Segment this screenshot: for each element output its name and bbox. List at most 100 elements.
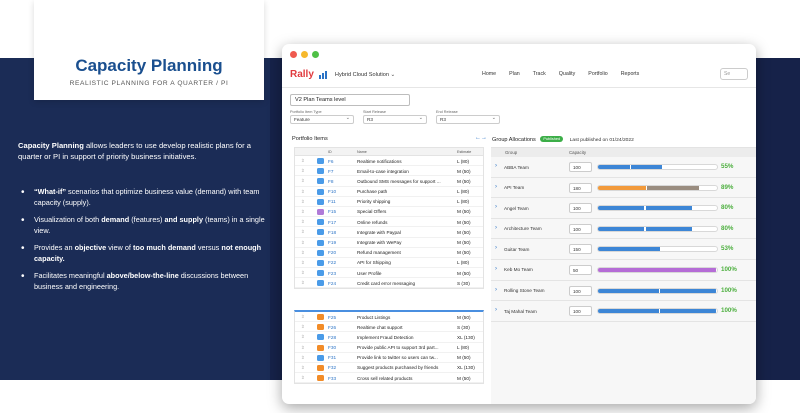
group-name-link[interactable]: Keb Mo Team	[504, 267, 533, 272]
group-name-link[interactable]: Taj Mahal Team	[504, 309, 537, 314]
capacity-input[interactable]: 100	[569, 203, 592, 214]
item-id-link[interactable]: F11	[328, 199, 336, 204]
group-name-link[interactable]: API Team	[504, 185, 524, 190]
allocation-row[interactable]: › ABBA Team 100 55%	[491, 157, 756, 178]
drag-handle-icon[interactable]: ⇳	[301, 178, 305, 184]
allocation-row[interactable]: › API Team 180 89%	[491, 178, 756, 199]
drag-handle-icon[interactable]: ⇳	[301, 168, 305, 174]
item-id-link[interactable]: F19	[328, 240, 336, 245]
portfolio-item-row[interactable]: ⇳ F10 Purchase path L (80)	[295, 187, 483, 197]
chevron-right-icon[interactable]: ›	[495, 266, 497, 272]
nav-item-plan[interactable]: Plan	[509, 71, 520, 77]
allocation-row[interactable]: › Architecture Team 100 80%	[491, 219, 756, 240]
item-id-link[interactable]: F24	[328, 281, 336, 286]
drag-handle-icon[interactable]: ⇳	[301, 270, 305, 276]
filter-select[interactable]: Feature	[290, 115, 354, 124]
portfolio-item-row[interactable]: ⇳ F8 Outbound SMS messages for support ...…	[295, 176, 483, 187]
item-id-link[interactable]: F10	[328, 189, 336, 194]
minimize-window-button[interactable]	[301, 51, 308, 58]
drag-handle-icon[interactable]: ⇳	[301, 158, 305, 164]
group-name-link[interactable]: Rolling Stone Team	[504, 288, 545, 293]
drag-handle-icon[interactable]: ⇳	[301, 250, 305, 256]
capacity-input[interactable]: 150	[569, 244, 592, 255]
plan-name-input[interactable]: V2 Plan Teams level	[290, 94, 410, 106]
group-name-link[interactable]: Angel Team	[504, 206, 529, 211]
portfolio-item-row[interactable]: ⇳ F24 Credit card error messaging S (30)	[295, 278, 483, 289]
drag-handle-icon[interactable]: ⇳	[301, 324, 305, 330]
nav-item-track[interactable]: Track	[533, 71, 546, 77]
portfolio-item-row[interactable]: ⇳ F28 Implement Fraud Detection XL (130)	[295, 332, 483, 343]
allocation-row[interactable]: › Angel Team 100 80%	[491, 198, 756, 219]
portfolio-item-row[interactable]: ⇳ F18 Integrate with Paypal M (50)	[295, 227, 483, 238]
item-id-link[interactable]: F8	[328, 179, 333, 184]
portfolio-item-row[interactable]: ⇳ F7 Email-to-case integration M (50)	[295, 166, 483, 177]
drag-handle-icon[interactable]: ⇳	[301, 229, 305, 235]
drag-handle-icon[interactable]: ⇳	[301, 280, 305, 286]
capacity-input[interactable]: 100	[569, 223, 592, 234]
portfolio-item-row[interactable]: ⇳ F23 User Profile M (50)	[295, 268, 483, 279]
item-id-link[interactable]: F6	[328, 159, 333, 164]
maximize-window-button[interactable]	[312, 51, 319, 58]
item-id-link[interactable]: F18	[328, 230, 336, 235]
capacity-input[interactable]: 50	[569, 264, 592, 275]
nav-item-quality[interactable]: Quality	[559, 71, 576, 77]
allocation-row[interactable]: › Taj Mahal Team 100 100%	[491, 301, 756, 322]
nav-item-reports[interactable]: Reports	[621, 71, 640, 77]
chevron-right-icon[interactable]: ›	[495, 287, 497, 293]
solution-selector[interactable]: Hybrid Cloud Solution ⌄	[335, 72, 395, 78]
portfolio-item-row[interactable]: ⇳ F20 Refund management M (50)	[295, 248, 483, 258]
portfolio-item-row[interactable]: ⇳ F19 Integrate with WePay M (50)	[295, 238, 483, 248]
group-name-link[interactable]: ABBA Team	[504, 165, 529, 170]
item-id-link[interactable]: F28	[328, 335, 336, 340]
group-name-link[interactable]: Architecture Team	[504, 226, 542, 231]
item-id-link[interactable]: F32	[328, 365, 336, 370]
group-name-link[interactable]: Guitar Team	[504, 247, 529, 252]
drag-handle-icon[interactable]: ⇳	[301, 260, 305, 266]
portfolio-item-row[interactable]: ⇳ F30 Provide public API to support 3rd pa…	[295, 343, 483, 353]
capacity-input[interactable]: 100	[569, 285, 592, 296]
drag-handle-icon[interactable]: ⇳	[301, 219, 305, 225]
chevron-right-icon[interactable]: ›	[495, 184, 497, 190]
item-id-link[interactable]: F26	[328, 325, 336, 330]
portfolio-item-row[interactable]: ⇳ F25 Product Listings M (50)	[295, 312, 483, 323]
capacity-input[interactable]: 100	[569, 162, 592, 172]
allocation-row[interactable]: › Rolling Stone Team 100 100%	[491, 281, 756, 302]
chevron-right-icon[interactable]: ›	[495, 204, 497, 210]
item-id-link[interactable]: F33	[328, 376, 336, 381]
portfolio-item-row[interactable]: ⇳ F11 Priority shipping L (80)	[295, 197, 483, 207]
item-id-link[interactable]: F23	[328, 271, 336, 276]
portfolio-item-row[interactable]: ⇳ F17 Online refunds M (50)	[295, 217, 483, 228]
item-id-link[interactable]: F7	[328, 169, 333, 174]
portfolio-item-row[interactable]: ⇳ F33 Cross sell related products M (50)	[295, 373, 483, 384]
drag-handle-icon[interactable]: ⇳	[301, 240, 305, 246]
drag-handle-icon[interactable]: ⇳	[301, 334, 305, 340]
drag-handle-icon[interactable]: ⇳	[301, 375, 305, 381]
rally-logo[interactable]: Rally	[290, 69, 314, 80]
allocation-row[interactable]: › Keb Mo Team 50 100%	[491, 260, 756, 281]
drag-handle-icon[interactable]: ⇳	[301, 199, 305, 205]
portfolio-item-row[interactable]: ⇳ F22 API for Shipping L (80)	[295, 258, 483, 269]
chevron-right-icon[interactable]: ›	[495, 225, 497, 231]
chevron-right-icon[interactable]: ›	[495, 307, 497, 313]
item-id-link[interactable]: F15	[328, 209, 336, 214]
drag-handle-icon[interactable]: ⇳	[301, 189, 305, 195]
portfolio-item-row[interactable]: ⇳ F15 Special Offers M (50)	[295, 207, 483, 218]
drag-handle-icon[interactable]: ⇳	[301, 365, 305, 371]
capacity-input[interactable]: 100	[569, 306, 592, 317]
portfolio-item-row[interactable]: ⇳ F31 Provide link to twitter so users can…	[295, 353, 483, 363]
allocation-row[interactable]: › Guitar Team 150 53%	[491, 239, 756, 260]
item-id-link[interactable]: F31	[328, 355, 336, 360]
item-id-link[interactable]: F30	[328, 345, 336, 350]
capacity-input[interactable]: 180	[569, 182, 592, 193]
expand-arrows-icon[interactable]: ←→	[475, 135, 487, 141]
chevron-right-icon[interactable]: ›	[495, 163, 497, 169]
item-id-link[interactable]: F20	[328, 250, 336, 255]
portfolio-item-row[interactable]: ⇳ F6 Realtime notifications L (80)	[295, 156, 483, 167]
drag-handle-icon[interactable]: ⇳	[301, 314, 305, 320]
item-id-link[interactable]: F17	[328, 220, 336, 225]
drag-handle-icon[interactable]: ⇳	[301, 209, 305, 215]
portfolio-item-row[interactable]: ⇳ F26 Realtime chat support S (30)	[295, 322, 483, 333]
item-id-link[interactable]: F22	[328, 260, 336, 265]
item-id-link[interactable]: F25	[328, 315, 336, 320]
drag-handle-icon[interactable]: ⇳	[301, 355, 305, 361]
